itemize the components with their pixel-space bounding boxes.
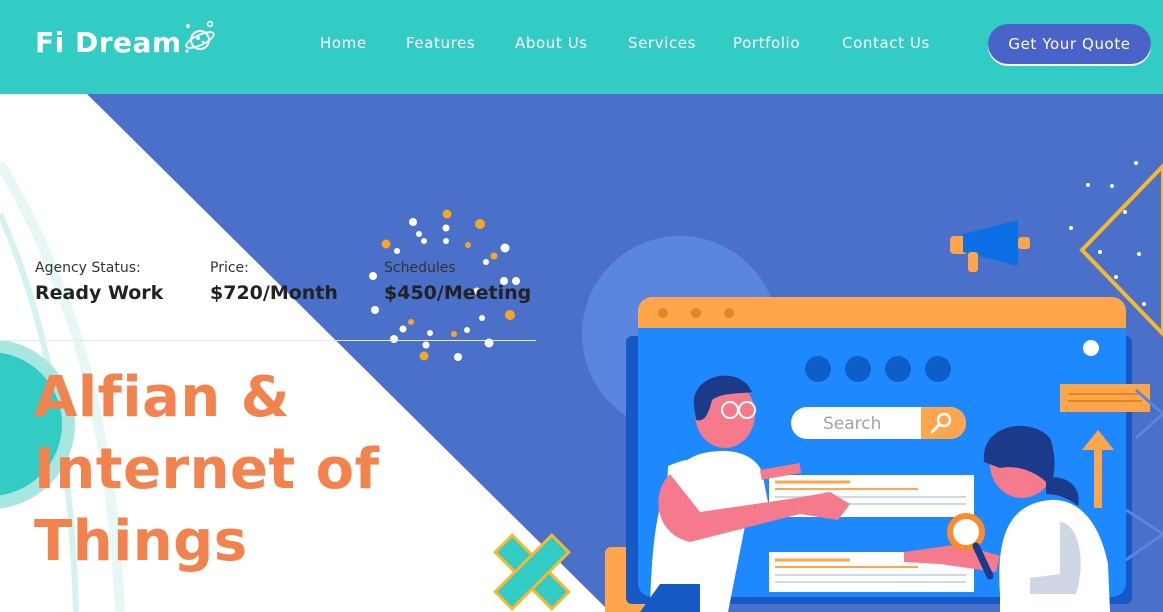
hero-section: Agency Status: Ready Work Price: $720/Mo… xyxy=(0,94,1163,612)
megaphone-icon xyxy=(950,220,1030,272)
site-header: Fi Dream Home Features About Us Services… xyxy=(0,0,1163,94)
nav-home[interactable]: Home xyxy=(320,34,367,52)
get-quote-button[interactable]: Get Your Quote xyxy=(988,24,1151,64)
nav-services[interactable]: Services xyxy=(628,34,696,52)
nav-features[interactable]: Features xyxy=(406,34,475,52)
search-placeholder: Search xyxy=(823,414,881,434)
nav-contact-us[interactable]: Contact Us xyxy=(842,34,930,52)
hero-illustration: Search xyxy=(605,161,1163,612)
nav-about-us[interactable]: About Us xyxy=(515,34,588,52)
nav-portfolio[interactable]: Portfolio xyxy=(733,34,800,52)
